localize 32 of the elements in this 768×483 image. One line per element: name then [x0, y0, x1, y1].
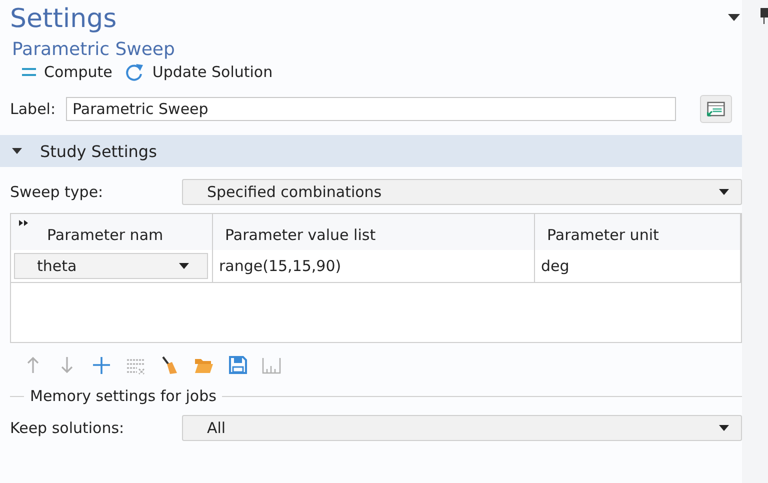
keep-solutions-label: Keep solutions:: [10, 419, 126, 437]
keep-solutions-dropdown[interactable]: All: [182, 415, 742, 441]
equals-icon: [22, 68, 36, 76]
compute-button[interactable]: Compute: [22, 63, 112, 81]
section-header[interactable]: Study Settings: [0, 135, 742, 167]
column-header: Parameter value list: [213, 214, 535, 250]
caret-icon: [719, 189, 729, 195]
column-header: Parameter unit: [535, 214, 741, 250]
broom-icon[interactable]: [160, 355, 180, 375]
group-legend: Memory settings for jobs: [30, 387, 216, 405]
expand-columns-icon: [19, 220, 29, 226]
add-icon[interactable]: [92, 355, 112, 375]
refresh-icon: [124, 63, 144, 81]
save-icon[interactable]: [228, 355, 248, 375]
dropdown-arrow-icon[interactable]: [728, 14, 740, 21]
caret-icon: [179, 263, 189, 269]
update-button[interactable]: Update Solution: [124, 63, 273, 81]
label-caption: Label:: [10, 100, 56, 118]
sweep-type-label: Sweep type:: [10, 183, 104, 201]
table-cell: deg: [535, 250, 741, 282]
comment-icon: [707, 100, 725, 118]
comment-button[interactable]: [700, 95, 732, 123]
label-field[interactable]: Parametric Sweep: [66, 97, 676, 121]
pin-icon[interactable]: [760, 8, 768, 24]
parameter-dropdown[interactable]: theta: [14, 253, 208, 279]
panel-subtitle: Parametric Sweep: [11, 38, 176, 61]
caret-icon: [719, 425, 729, 431]
sweep-type-dropdown[interactable]: Specified combinations: [182, 179, 742, 205]
panel-title: Settings: [9, 3, 117, 35]
table-cell: range(15,15,90): [213, 250, 535, 282]
collapse-icon: [12, 148, 22, 154]
column-header: Parameter nam: [11, 214, 213, 250]
